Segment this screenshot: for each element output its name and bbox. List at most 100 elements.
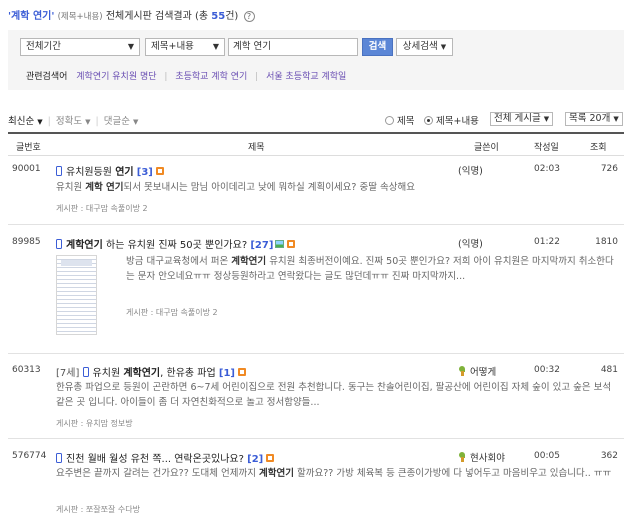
filter-title-label: 제목	[397, 116, 415, 127]
per-page-dropdown[interactable]: 목록 20개 ▼	[565, 112, 623, 126]
period-select-value: 전체기간	[26, 41, 61, 52]
post-title-link[interactable]: 진천 월배 월성 유천 쪽... 연락온곳있나요? [2]	[56, 450, 275, 465]
excerpt-highlight: 계학 연기	[85, 182, 124, 193]
board-name[interactable]: 게시판 : 유치맘 정보방	[56, 418, 133, 429]
board-name[interactable]: 게시판 : 대구맘 속풀이방 2	[126, 307, 218, 318]
new-badge-icon	[266, 454, 275, 462]
post-number: 90001	[12, 164, 41, 174]
post-number: 60313	[12, 365, 41, 375]
post-author-name: 현사회야	[470, 453, 505, 464]
mobile-icon	[56, 453, 62, 463]
post-author[interactable]: 어떻게	[458, 364, 496, 378]
related-term-link[interactable]: 초등학교 계학 연기	[175, 72, 247, 82]
divider	[8, 353, 624, 354]
radio-icon	[385, 116, 394, 125]
post-author-name: 어떻게	[470, 367, 497, 378]
col-date: 작성일	[534, 143, 559, 153]
title-text: , 한유총 파업	[160, 368, 216, 379]
caret-down-icon: ▼	[440, 43, 447, 51]
title-text: 유치원	[92, 368, 124, 379]
excerpt-text: 한유총 파업으로 등원이 곤란하면 6~7세 어린이집으로 전원 추천합니다. …	[56, 382, 612, 408]
post-title-link[interactable]: [7세] 유치원 계학연기, 한유총 파업 [1]	[56, 364, 246, 379]
per-page-value: 목록 20개	[569, 113, 611, 124]
post-title-link[interactable]: 유치원등원 연기 [3]	[56, 163, 164, 178]
title-prefix: [7세]	[56, 368, 83, 379]
post-author[interactable]: (익명)	[458, 163, 483, 177]
sort-accuracy-label: 정확도	[55, 116, 83, 127]
divider	[8, 224, 624, 225]
comment-count: [1]	[218, 368, 235, 379]
related-term-link[interactable]: 서울 초등학교 계학일	[266, 72, 346, 82]
board-filter-value: 전체 게시글	[494, 113, 541, 124]
search-button[interactable]: 검색	[362, 38, 393, 56]
advanced-search-button[interactable]: 상세검색 ▼	[396, 38, 453, 56]
post-excerpt[interactable]: 유치원 계학 연기되서 못보내시는 맘님 아이데리고 낮에 뭐하실 계획이세요?…	[56, 181, 456, 196]
divider: |	[95, 116, 99, 127]
comment-count: [2]	[247, 454, 264, 465]
post-views: 1810	[595, 237, 618, 247]
new-badge-icon	[237, 368, 246, 376]
sort-accuracy[interactable]: 정확도 ▼	[56, 116, 91, 127]
triangle-down-icon: ▼	[85, 118, 91, 126]
filter-title-radio[interactable]: 제목	[385, 113, 414, 127]
query-highlight: '계학 연기'	[8, 11, 55, 22]
sort-latest[interactable]: 최신순 ▼	[8, 116, 43, 127]
results-count: 55	[211, 11, 226, 22]
divider: |	[164, 72, 168, 82]
advanced-search-label: 상세검색	[402, 41, 438, 52]
sort-comments[interactable]: 댓글순 ▼	[104, 116, 139, 127]
col-title: 제목	[248, 143, 265, 153]
post-number: 89985	[12, 237, 41, 247]
help-icon[interactable]: ?	[243, 10, 255, 22]
post-excerpt[interactable]: 요주변은 끝까지 갈려는 건가요?? 도대체 언제까지 계학연기 할까요?? 가…	[56, 467, 620, 482]
post-time: 00:32	[534, 365, 560, 375]
sort-latest-label: 최신순	[8, 116, 35, 127]
results-text-prefix: 전체게시판 검색결과 (총	[105, 11, 209, 22]
divider: |	[47, 116, 51, 127]
mobile-icon	[82, 367, 89, 377]
excerpt-text: 되서 못보내시는 맘님 아이데리고 낮에 뭐하실 계획이세요? 중딸 속상해요	[123, 182, 415, 193]
related-term-link[interactable]: 계학연기 유치원 명단	[76, 72, 156, 82]
filter-title-content-radio[interactable]: 제목+내용	[424, 113, 479, 127]
post-author[interactable]: 현사회야	[458, 450, 505, 464]
sort-comments-label: 댓글순	[103, 116, 130, 127]
related-label: 관련검색어	[26, 72, 68, 82]
new-badge-icon	[155, 167, 164, 175]
divider: |	[255, 72, 259, 82]
triangle-down-icon: ▼	[132, 118, 139, 126]
excerpt-text: 방금 대구교육청에서 퍼온	[126, 256, 232, 267]
post-author[interactable]: (익명)	[458, 236, 483, 250]
mobile-icon	[56, 166, 62, 176]
post-views: 481	[600, 365, 618, 375]
post-views: 362	[600, 451, 618, 461]
search-input[interactable]: 계학 연기	[228, 38, 358, 56]
title-highlight: 계학연기	[66, 240, 103, 251]
results-header: '계학 연기' (제목+내용) 전체게시판 검색결과 (총 55건) ?	[8, 7, 255, 22]
comment-count: [27]	[250, 240, 274, 251]
member-level-icon	[458, 366, 467, 376]
board-name[interactable]: 게시판 : 대구맘 속풀이방 2	[56, 203, 148, 214]
post-time: 02:03	[534, 164, 560, 174]
post-excerpt[interactable]: 한유총 파업으로 등원이 곤란하면 6~7세 어린이집으로 전원 추천합니다. …	[56, 381, 620, 410]
board-filter-dropdown[interactable]: 전체 게시글 ▼	[490, 112, 554, 126]
triangle-down-icon: ▼	[543, 115, 550, 123]
mobile-icon	[56, 239, 62, 249]
post-views: 726	[600, 164, 618, 174]
table-header: 글번호 제목 글쓴이 작성일 조회	[8, 132, 624, 156]
col-views: 조회	[590, 143, 607, 153]
field-select[interactable]: 제목+내용 ▼	[145, 38, 225, 56]
new-badge-icon	[287, 240, 296, 248]
excerpt-text: 할까요?? 가방 체육복 등 큰종이가방에 다 넣어두고 마음비우고 있습니다.…	[293, 468, 612, 479]
chevron-down-icon: ▼	[212, 42, 219, 51]
post-time: 00:05	[534, 451, 560, 461]
chevron-down-icon: ▼	[127, 42, 134, 51]
post-thumbnail[interactable]	[56, 255, 97, 335]
post-excerpt[interactable]: 방금 대구교육청에서 퍼온 계학연기 유치원 최종버전이예요. 진짜 50곳 뿐…	[126, 255, 620, 284]
field-select-value: 제목+내용	[151, 41, 194, 52]
period-select[interactable]: 전체기간 ▼	[20, 38, 140, 56]
post-title-link[interactable]: 계학연기 하는 유치원 진짜 50곳 뿐인가요? [27]	[56, 236, 296, 251]
triangle-down-icon: ▼	[37, 118, 43, 126]
triangle-down-icon: ▼	[613, 115, 619, 123]
board-name[interactable]: 게시판 : 쪼잘쪼잘 수다방	[56, 504, 140, 515]
excerpt-highlight: 계학연기	[231, 256, 267, 267]
